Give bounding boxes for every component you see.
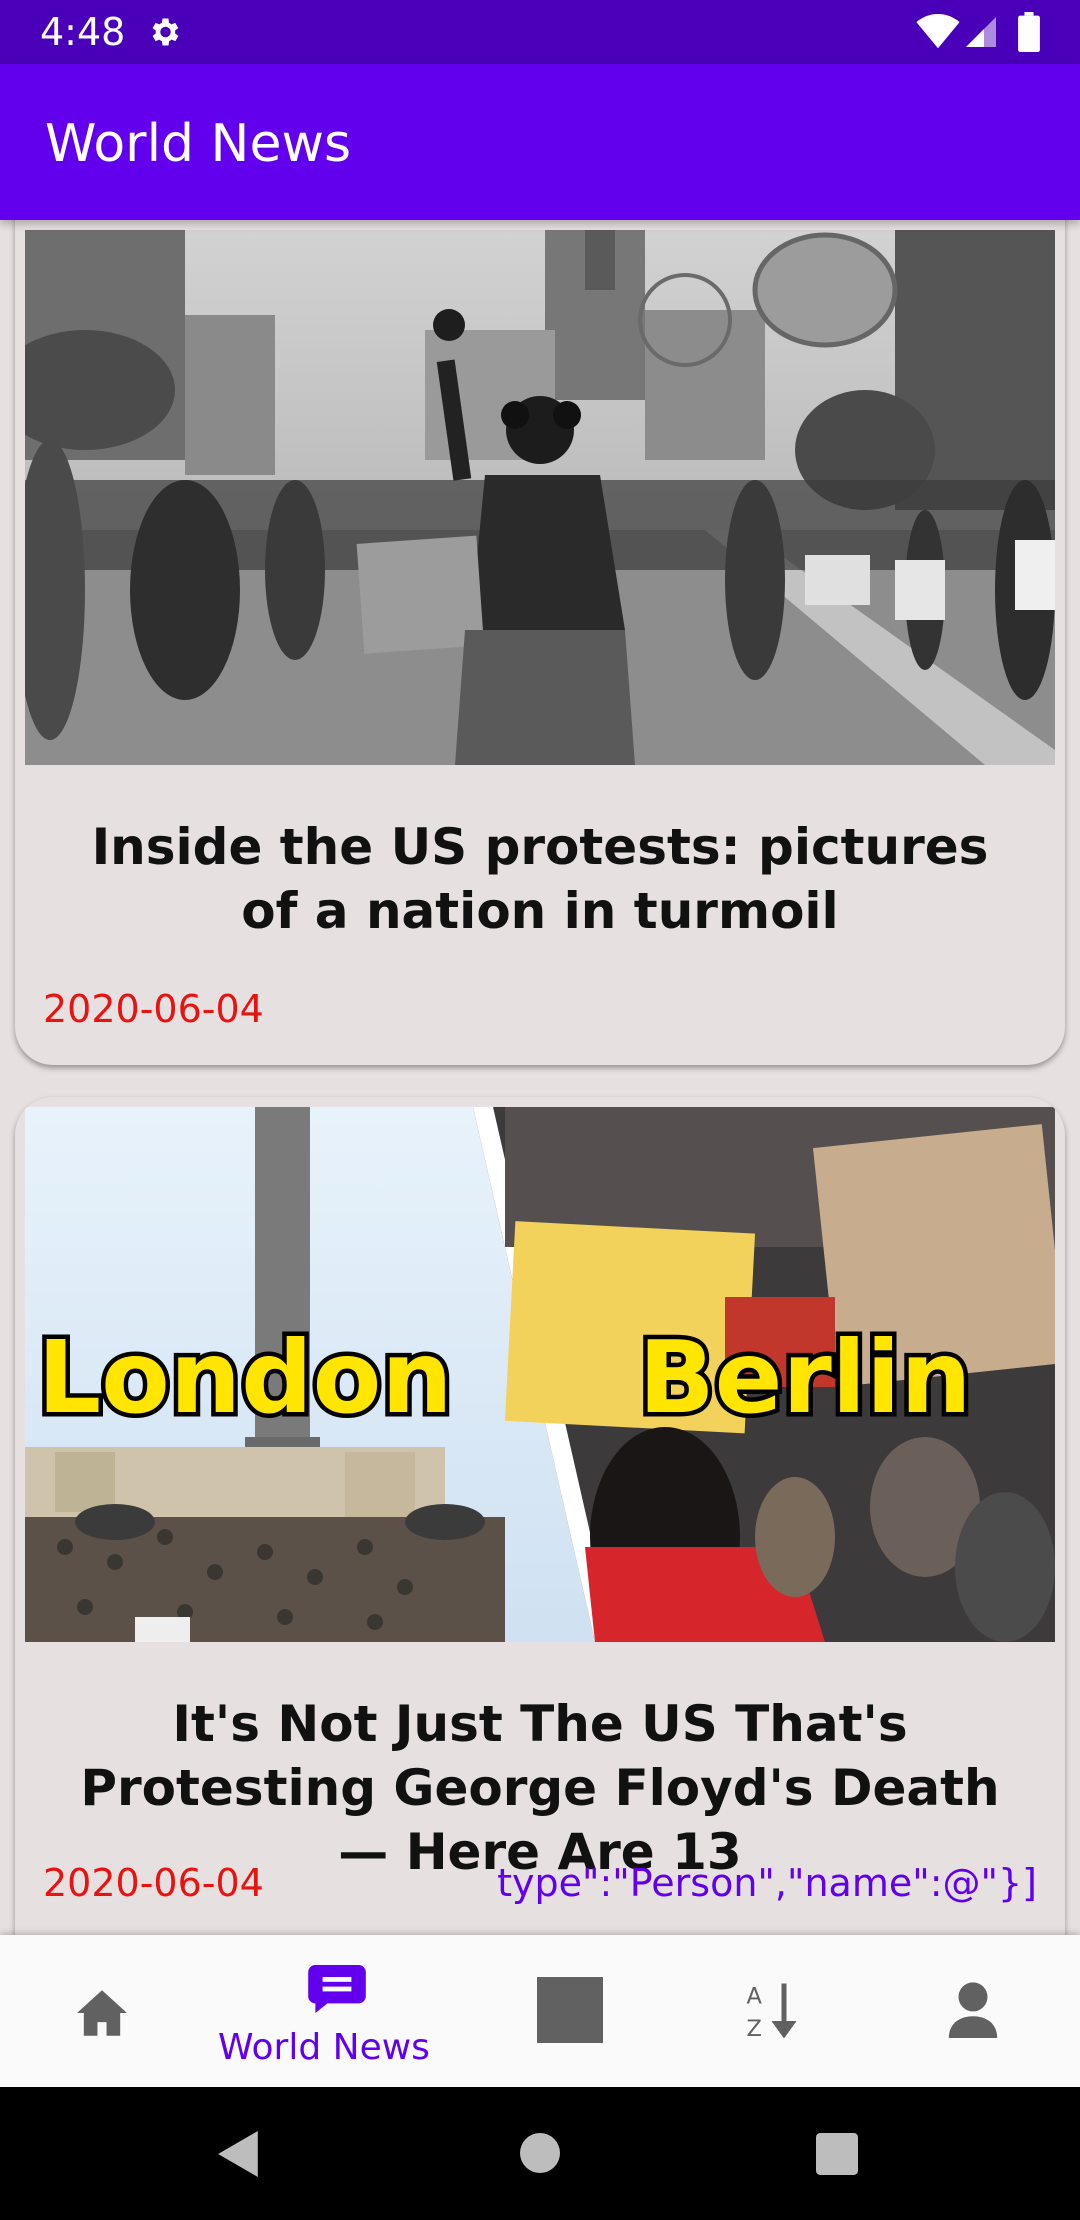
article-image: London Berlin <box>25 1107 1055 1642</box>
article-date: 2020-06-04 <box>43 987 264 1031</box>
wifi-icon <box>916 14 960 49</box>
home-button-icon[interactable] <box>520 2133 560 2173</box>
nav-item-3[interactable] <box>432 1935 648 2087</box>
back-icon[interactable] <box>218 2131 260 2177</box>
article-card[interactable]: Inside the US protests: pictures of a na… <box>15 220 1065 1065</box>
status-time: 4:48 <box>40 10 126 54</box>
home-icon <box>77 1990 127 2036</box>
nav-home[interactable] <box>0 1935 216 2087</box>
nav-profile[interactable] <box>864 1935 1080 2087</box>
svg-text:A: A <box>747 1984 763 2010</box>
article-card[interactable]: London Berlin It's Not Just The US That'… <box>15 1097 1065 1935</box>
bottom-navigation: World News A Z <box>0 1935 1080 2087</box>
recents-icon[interactable] <box>816 2133 858 2175</box>
berlin-caption: Berlin <box>638 1319 971 1436</box>
app-title: World News <box>45 114 352 174</box>
nav-sort[interactable]: A Z <box>648 1935 864 2087</box>
article-title[interactable]: Inside the US protests: pictures of a na… <box>55 815 1025 943</box>
article-date: 2020-06-04 <box>43 1861 264 1905</box>
nav-world-news[interactable]: World News <box>216 1935 432 2087</box>
app-bar: World News <box>0 64 1080 220</box>
square-icon <box>537 1977 603 2043</box>
system-navigation-bar <box>0 2087 1080 2220</box>
svg-text:Z: Z <box>747 2016 762 2042</box>
battery-icon <box>1018 12 1040 52</box>
gear-icon <box>152 18 179 46</box>
article-author: type":"Person","name":@"}] <box>497 1861 1037 1905</box>
london-caption: London <box>37 1319 452 1436</box>
signal-icon <box>966 17 996 47</box>
news-feed[interactable]: Inside the US protests: pictures of a na… <box>0 220 1080 1935</box>
status-bar: 4:48 <box>0 0 1080 64</box>
news-icon <box>308 1965 366 2013</box>
nav-label: World News <box>218 2027 430 2068</box>
person-icon <box>948 1982 998 2038</box>
article-image <box>25 230 1055 765</box>
article-title[interactable]: It's Not Just The US That's Protesting G… <box>55 1692 1025 1884</box>
sort-az-icon: A Z <box>747 1983 797 2042</box>
